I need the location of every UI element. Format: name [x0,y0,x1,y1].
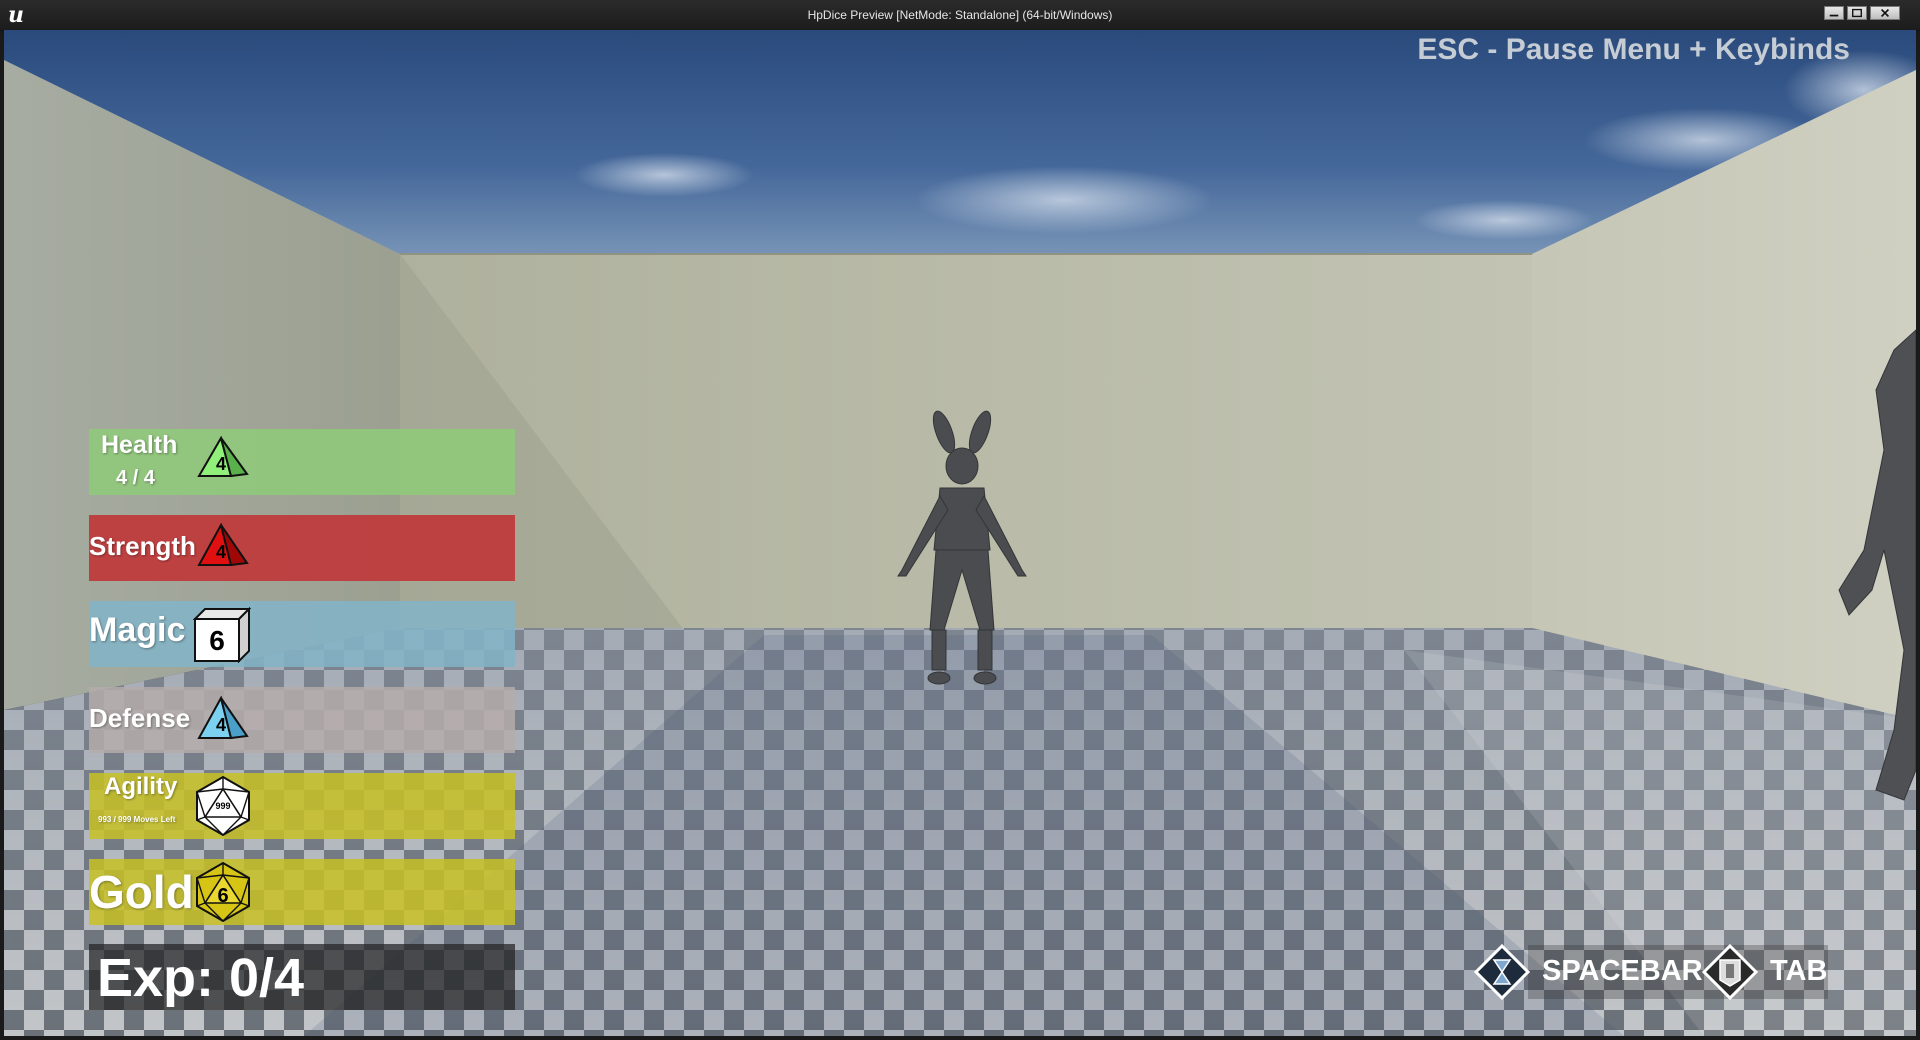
agility-label: Agility [104,773,178,800]
health-value: 4 / 4 [116,467,155,489]
experience-text: Exp: 0/4 [97,948,305,1008]
magic-bar: Magic 6 [89,601,515,667]
strength-label: Strength [89,531,196,561]
minimize-button[interactable] [1824,6,1844,20]
d20-white-die-icon: 999 [193,775,253,837]
experience-panel: Exp: 0/4 [89,944,515,1010]
agility-moves-left: 993 / 999 Moves Left [98,815,176,824]
health-bar: Health 4 / 4 4 [89,429,515,495]
d6-die-icon: 6 [192,605,252,664]
title-bar[interactable]: u HpDice Preview [NetMode: Standalone] (… [0,0,1920,31]
d20-gold-die-icon: 6 [193,861,253,923]
spacebar-key-hint: SPACEBAR [1542,955,1703,987]
d4-red-die-icon: 4 [197,522,249,569]
d4-blue-die-icon: 4 [197,695,249,742]
pause-menu-hint: ESC - Pause Menu + Keybinds [1417,33,1850,66]
game-viewport[interactable]: Health 4 / 4 4 Strength 4 Magic 6 Defens… [4,30,1916,1036]
cloud [1414,200,1594,240]
defense-bar: Defense 4 [89,687,515,753]
defense-label: Defense [89,703,191,733]
cloud [914,166,1214,234]
gold-label: Gold [89,866,194,918]
hourglass-icon[interactable] [1473,943,1531,1001]
window-title: HpDice Preview [NetMode: Standalone] (64… [807,8,1113,22]
cloud [574,153,754,197]
game-window: u HpDice Preview [NetMode: Standalone] (… [0,0,1920,1040]
close-button[interactable] [1870,6,1900,20]
health-label: Health [101,431,178,459]
tab-key-hint: TAB [1770,955,1828,987]
maximize-button[interactable] [1847,6,1867,20]
agility-bar: Agility 993 / 999 Moves Left 999 [89,773,515,839]
armor-icon[interactable] [1701,943,1759,1001]
strength-bar: Strength 4 [89,515,515,581]
gold-bar: Gold 6 [89,859,515,925]
magic-label: Magic [89,611,186,649]
d4-green-die-icon: 4 [197,435,249,480]
